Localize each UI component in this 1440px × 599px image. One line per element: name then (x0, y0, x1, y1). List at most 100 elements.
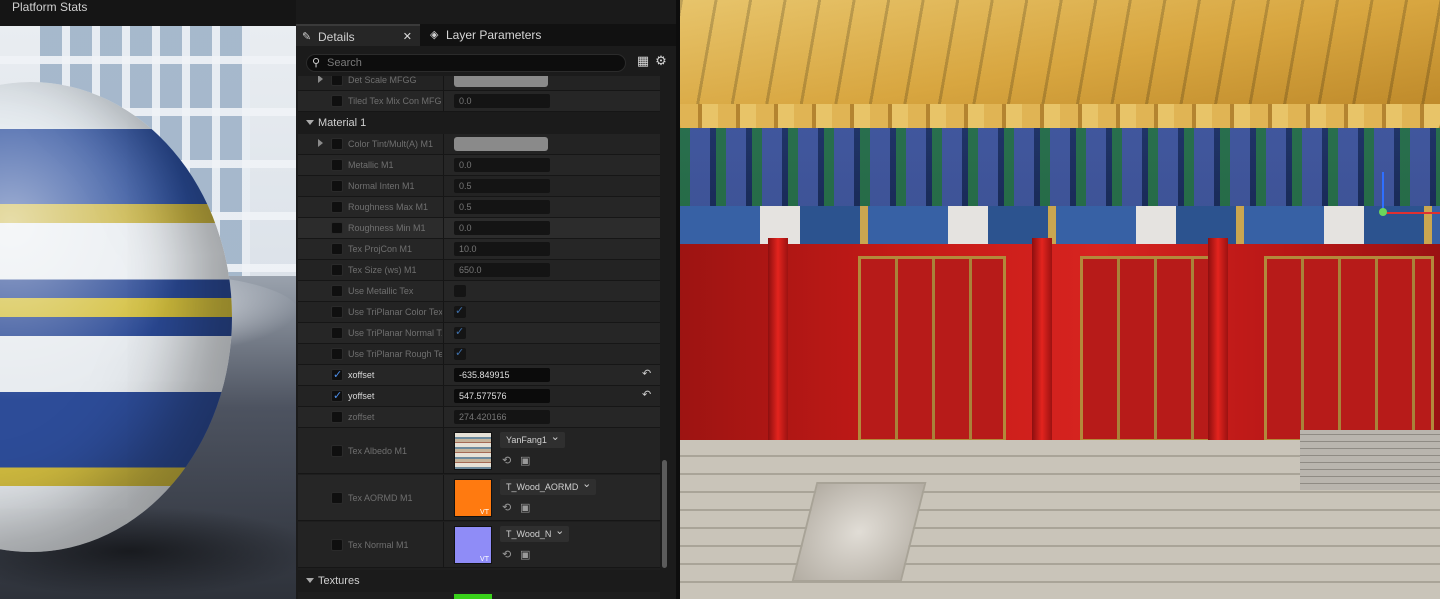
browse-arrow-icon[interactable]: ⟲ (502, 454, 511, 467)
bool-checkbox[interactable] (454, 325, 466, 339)
property-row[interactable]: Det Scale MFGG (298, 76, 660, 91)
property-row[interactable]: Use TriPlanar Color Tex (298, 302, 660, 323)
browse-arrow-icon[interactable]: ⟲ (502, 548, 511, 561)
override-checkbox[interactable] (331, 389, 343, 402)
override-checkbox[interactable] (331, 492, 343, 504)
texture-thumbnail[interactable]: VT (454, 526, 492, 564)
search-input[interactable] (327, 55, 617, 71)
override-checkbox[interactable] (331, 411, 343, 423)
number-field[interactable]: 0.0 (454, 158, 550, 172)
tab-layer-parameters[interactable]: ◈ Layer Parameters (424, 24, 574, 46)
texture-row[interactable]: Tex AORMD M1 VT T_Wood_AORMD ⟲ ▣ (298, 475, 660, 521)
close-icon[interactable]: ✕ (403, 26, 412, 48)
reset-to-default-icon[interactable]: ↶ (642, 367, 651, 380)
tab-details[interactable]: ✎ Details ✕ (296, 24, 420, 46)
override-checkbox[interactable] (331, 445, 343, 457)
asset-picker-dropdown[interactable]: YanFang1 (500, 429, 565, 448)
expand-arrow-icon[interactable] (318, 76, 323, 83)
search-box[interactable]: ⚲ (306, 54, 626, 72)
property-label: Use TriPlanar Color Tex (348, 307, 442, 317)
material-preview-viewport[interactable]: Platform Stats (0, 0, 296, 599)
color-swatch[interactable] (454, 76, 548, 87)
settings-gear-icon[interactable]: ⚙ (654, 54, 668, 68)
texture-row[interactable]: Tex Albedo M1 YanFang1 ⟲ ▣ (298, 428, 660, 474)
gizmo-x-axis[interactable] (1384, 212, 1440, 214)
open-folder-icon[interactable]: ▣ (520, 454, 530, 467)
property-row[interactable]: Use Metallic Tex (298, 281, 660, 302)
texture-thumbnail[interactable]: VT (454, 479, 492, 517)
property-row[interactable]: Tex Size (ws) M1 650.0 (298, 260, 660, 281)
override-checkbox[interactable] (331, 243, 343, 255)
roof-eave (680, 104, 1440, 130)
column-divider (443, 260, 444, 280)
category-material-1[interactable]: Material 1 (298, 112, 660, 134)
property-row[interactable]: Tex ProjCon M1 10.0 (298, 239, 660, 260)
property-row[interactable]: Roughness Max M1 0.5 (298, 197, 660, 218)
browse-arrow-icon[interactable]: ⟲ (502, 501, 511, 514)
property-list: Det Scale MFGG Tiled Tex Mix Con MFGG 0.… (298, 76, 660, 599)
reset-to-default-icon[interactable]: ↶ (642, 388, 651, 401)
open-folder-icon[interactable]: ▣ (520, 548, 530, 561)
number-field[interactable]: 10.0 (454, 242, 550, 256)
texture-thumbnail[interactable] (454, 594, 492, 599)
override-checkbox[interactable] (331, 264, 343, 276)
scrollbar-thumb[interactable] (662, 460, 667, 568)
property-row[interactable]: Use TriPlanar Rough Tex (298, 344, 660, 365)
property-label: yoffset (348, 391, 375, 401)
number-field[interactable]: 650.0 (454, 263, 550, 277)
expand-arrow-icon[interactable] (318, 139, 323, 147)
number-field[interactable]: 547.577576 (454, 389, 550, 403)
override-checkbox[interactable] (331, 201, 343, 213)
category-textures[interactable]: Textures (298, 570, 660, 592)
override-checkbox[interactable] (331, 306, 343, 318)
gizmo-z-axis[interactable] (1382, 172, 1384, 212)
property-row[interactable]: zoffset 274.420166 (298, 407, 660, 428)
override-checkbox[interactable] (331, 138, 343, 150)
bool-checkbox[interactable] (454, 346, 466, 360)
number-field[interactable]: 0.5 (454, 200, 550, 214)
override-checkbox[interactable] (331, 222, 343, 234)
color-swatch[interactable] (454, 137, 548, 151)
number-field[interactable]: 274.420166 (454, 410, 550, 424)
number-field[interactable]: 0.0 (454, 221, 550, 235)
override-checkbox[interactable] (331, 539, 343, 551)
level-viewport[interactable] (680, 0, 1440, 599)
table-view-icon[interactable]: ▦ (636, 54, 650, 68)
override-checkbox[interactable] (331, 180, 343, 192)
texture-row[interactable]: Tex Normal M1 VT T_Wood_N ⟲ ▣ (298, 522, 660, 568)
asset-picker-dropdown[interactable]: T_Wood_N (500, 523, 570, 542)
texture-thumbnail[interactable] (454, 432, 492, 470)
viewport-title-bar: Platform Stats (0, 0, 296, 26)
column-divider (443, 407, 444, 427)
number-field[interactable]: -635.849915 (454, 368, 550, 382)
property-row[interactable]: yoffset 547.577576 ↶ (298, 386, 660, 407)
layers-icon: ◈ (430, 29, 439, 41)
number-field[interactable]: 0.0 (454, 94, 550, 108)
property-row[interactable]: Metallic M1 0.0 (298, 155, 660, 176)
property-row[interactable]: Roughness Min M1 0.0 (298, 218, 660, 239)
number-field[interactable]: 0.5 (454, 179, 550, 193)
property-row[interactable]: Tiled Tex Mix Con MFGG 0.0 (298, 91, 660, 112)
open-folder-icon[interactable]: ▣ (520, 501, 530, 514)
property-row[interactable]: Normal Inten M1 0.5 (298, 176, 660, 197)
bool-checkbox[interactable] (454, 304, 466, 318)
property-row[interactable]: Use TriPlanar Normal T... (298, 323, 660, 344)
property-label: Roughness Min M1 (348, 223, 426, 233)
column-divider (443, 386, 444, 406)
asset-picker-dropdown[interactable]: T_Wood_AORMD (500, 476, 597, 495)
override-checkbox[interactable] (331, 95, 343, 107)
details-panel: ✎ Details ✕ ◈ Layer Parameters ⚲ ▦ ⚙ Det… (296, 24, 676, 599)
gizmo-y-axis[interactable] (1379, 208, 1387, 216)
column-divider (443, 197, 444, 217)
property-row[interactable]: xoffset -635.849915 ↶ (298, 365, 660, 386)
override-checkbox[interactable] (331, 76, 343, 86)
override-checkbox[interactable] (331, 285, 343, 297)
override-checkbox[interactable] (331, 327, 343, 339)
override-checkbox[interactable] (331, 159, 343, 171)
bool-checkbox[interactable] (454, 285, 466, 297)
override-checkbox[interactable] (331, 368, 343, 381)
column-divider (443, 365, 444, 385)
search-icon: ⚲ (312, 57, 321, 69)
property-row[interactable]: Color Tint/Mult(A) M1 (298, 134, 660, 155)
override-checkbox[interactable] (331, 348, 343, 360)
